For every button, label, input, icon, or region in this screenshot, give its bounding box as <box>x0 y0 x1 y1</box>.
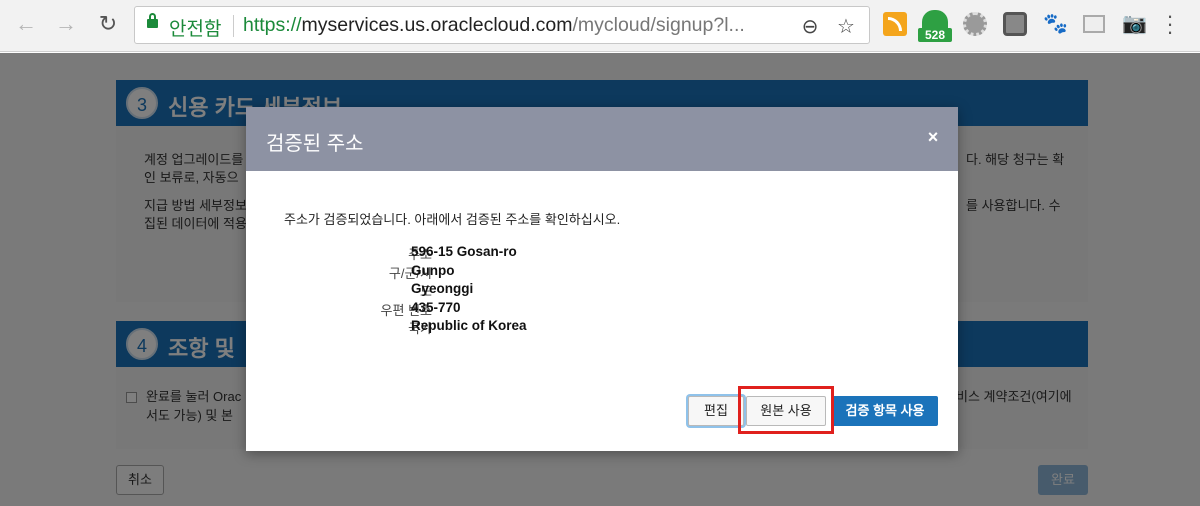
url-path: /mycloud/signup?l... <box>572 14 745 36</box>
forward-arrow-icon[interactable]: → <box>54 12 78 36</box>
address-details: 주소 596-15 Gosan-ro 구/군/시 Gunpo 도 Gyeongg… <box>286 244 686 337</box>
address-row: 우편 번호 435-770 <box>286 300 686 319</box>
address-row: 도 Gyeonggi <box>286 281 686 300</box>
address-bar[interactable]: 안전함 https://myservices.us.oraclecloud.co… <box>134 6 870 44</box>
menu-dots-icon[interactable]: · · · <box>1164 5 1176 43</box>
address-row: 주소 596-15 Gosan-ro <box>286 244 686 263</box>
address-value: 596-15 Gosan-ro <box>411 244 517 259</box>
extension-badge-button[interactable]: 528 <box>918 10 952 44</box>
gear-icon[interactable] <box>963 12 987 36</box>
lock-icon <box>147 13 158 28</box>
city-value: Gunpo <box>411 262 455 278</box>
dialog-title: 검증된 주소 <box>266 133 364 155</box>
back-arrow-icon[interactable]: ← <box>14 12 38 36</box>
card-icon[interactable] <box>1083 15 1105 33</box>
extension-square-icon[interactable] <box>1003 12 1027 36</box>
verified-address-dialog: 검증된 주소 × 주소가 검증되었습니다. 아래에서 검증된 주소를 확인하십시… <box>246 107 958 451</box>
address-row: 구/군/시 Gunpo <box>286 263 686 282</box>
url-host: myservices.us.oraclecloud.com <box>301 14 573 36</box>
star-icon[interactable]: ☆ <box>835 14 857 39</box>
highlight-box <box>738 386 834 434</box>
country-value: Republic of Korea <box>411 318 527 333</box>
browser-toolbar: ← → ↻ 안전함 https://myservices.us.oraclecl… <box>0 0 1200 52</box>
camera-icon[interactable]: 📷 <box>1122 12 1147 36</box>
use-verified-button[interactable]: 검증 항목 사용 <box>832 396 938 426</box>
secure-label: 안전함 <box>169 19 222 40</box>
url-scheme: https:// <box>243 14 302 36</box>
province-value: Gyeonggi <box>411 281 474 296</box>
zoom-icon[interactable]: ⊖ <box>799 14 821 39</box>
url-separator <box>233 15 234 37</box>
url-text[interactable]: https://myservices.us.oraclecloud.com/my… <box>243 14 793 37</box>
postal-code-value: 435-770 <box>411 299 461 315</box>
rss-icon[interactable] <box>883 12 907 36</box>
address-row: 국가 Republic of Korea <box>286 318 686 337</box>
close-icon[interactable]: × <box>926 127 940 148</box>
paw-icon[interactable]: 🐾 <box>1043 12 1068 36</box>
extension-badge-count: 528 <box>918 28 952 42</box>
dialog-header: 검증된 주소 × <box>246 107 958 171</box>
edit-button[interactable]: 편집 <box>688 396 744 426</box>
dialog-message: 주소가 검증되었습니다. 아래에서 검증된 주소를 확인하십시오. <box>284 212 621 227</box>
reload-icon[interactable]: ↻ <box>96 12 120 36</box>
